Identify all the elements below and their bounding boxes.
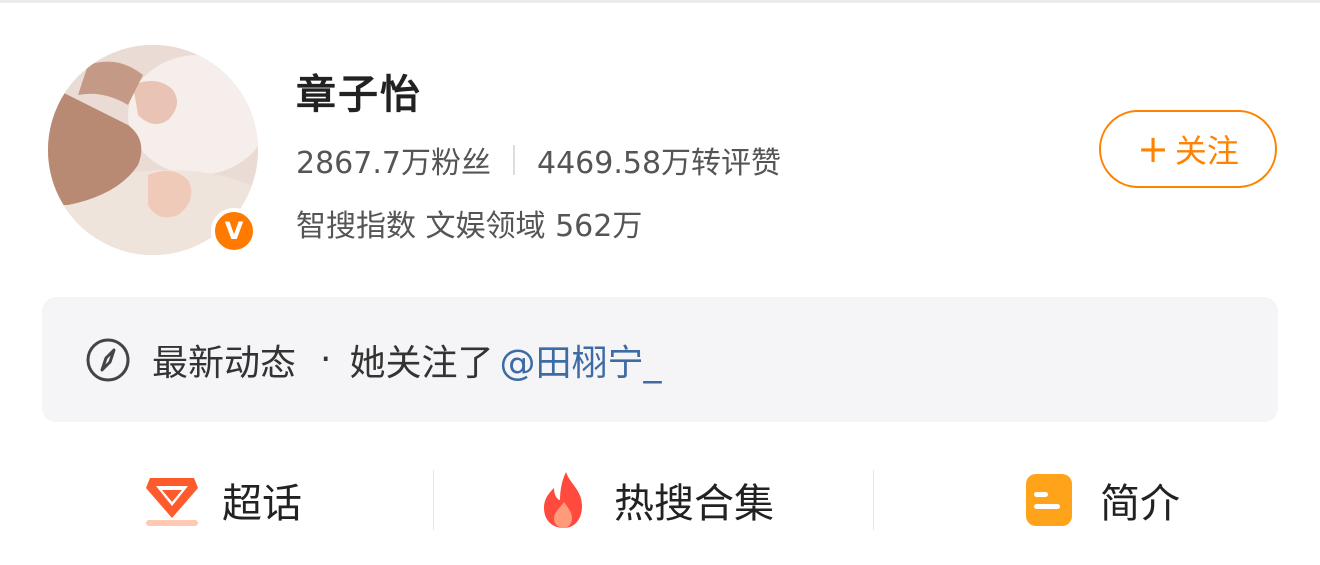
tab-profile[interactable]: 简介 [1018,448,1180,552]
activity-action: 她关注了 [349,342,494,384]
profile-doc-icon [1026,474,1072,526]
compass-icon [86,338,130,381]
profile-stats: 2867.7万粉丝 4469.58万转评赞 [296,138,781,182]
follow-button[interactable]: + 关注 [1099,110,1277,188]
engagement-count: 4469.58万转评赞 [536,146,782,181]
mention-link[interactable]: @田栩宁_ [499,334,661,386]
search-index[interactable]: 智搜指数 文娱领域 562万 [296,201,642,245]
flame-icon [544,472,582,528]
top-divider [0,0,1320,3]
stats-divider [512,145,515,175]
bottom-nav: 超话 热搜合集 简介 [0,448,1320,552]
follow-button-label: 关注 [1174,132,1239,170]
followers-count[interactable]: 2867.7万粉丝 [296,138,491,182]
tab-hot-search[interactable]: 热搜合集 [532,448,774,552]
activity-separator: · [320,339,332,380]
tab-supertopic-label: 超话 [222,481,302,527]
tab-hot-search-label: 热搜合集 [614,481,774,527]
verified-badge: V [211,208,257,254]
tab-supertopic[interactable]: 超话 [140,448,302,552]
activity-label: 最新动态 [152,342,297,384]
tab-profile-label: 简介 [1100,481,1180,527]
nav-divider [433,470,434,530]
supertopic-icon [146,478,198,526]
latest-activity-card[interactable]: 最新动态 · 她关注了 @田栩宁_ [42,297,1278,422]
profile-name: 章子怡 [296,72,422,118]
plus-icon: + [1137,127,1169,171]
nav-divider [873,470,874,530]
